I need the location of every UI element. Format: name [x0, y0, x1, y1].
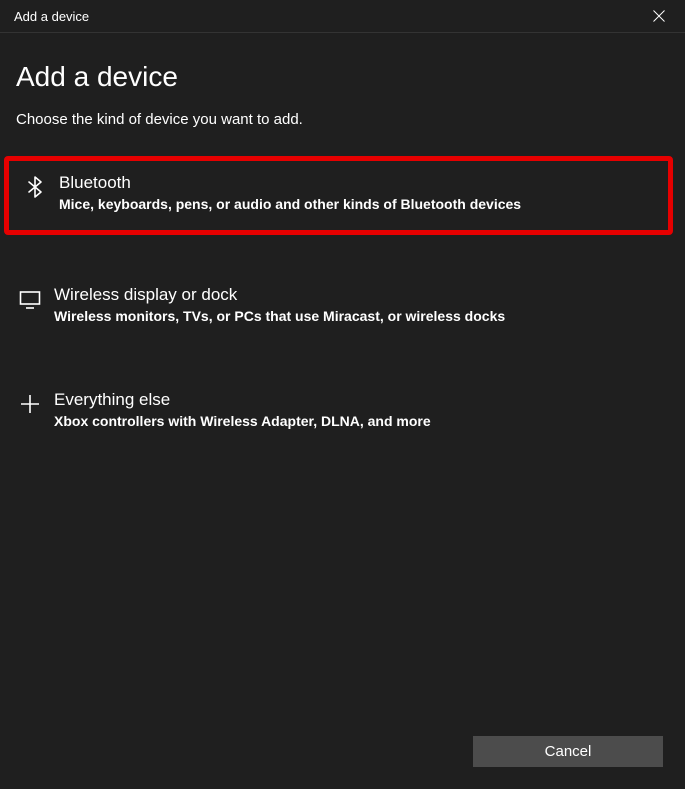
titlebar: Add a device	[0, 0, 685, 33]
option-wireless-desc: Wireless monitors, TVs, or PCs that use …	[54, 307, 663, 326]
bluetooth-icon	[15, 175, 55, 199]
device-options-list: Bluetooth Mice, keyboards, pens, or audi…	[4, 156, 673, 447]
display-icon	[10, 287, 50, 311]
page-subtitle: Choose the kind of device you want to ad…	[16, 111, 669, 128]
option-wireless-title: Wireless display or dock	[54, 285, 663, 305]
dialog-footer: Cancel	[473, 736, 663, 767]
close-button[interactable]	[637, 0, 681, 32]
plus-icon	[10, 392, 50, 416]
option-other-desc: Xbox controllers with Wireless Adapter, …	[54, 412, 663, 431]
dialog-content: Add a device Choose the kind of device y…	[0, 33, 685, 447]
cancel-button[interactable]: Cancel	[473, 736, 663, 767]
page-title: Add a device	[16, 61, 669, 93]
option-bluetooth[interactable]: Bluetooth Mice, keyboards, pens, or audi…	[4, 156, 673, 235]
option-everything-else[interactable]: Everything else Xbox controllers with Wi…	[4, 378, 673, 447]
option-other-title: Everything else	[54, 390, 663, 410]
close-icon	[653, 10, 665, 22]
option-wireless-display[interactable]: Wireless display or dock Wireless monito…	[4, 273, 673, 342]
window-title: Add a device	[14, 9, 89, 24]
option-bluetooth-desc: Mice, keyboards, pens, or audio and othe…	[59, 195, 658, 214]
option-bluetooth-title: Bluetooth	[59, 173, 658, 193]
